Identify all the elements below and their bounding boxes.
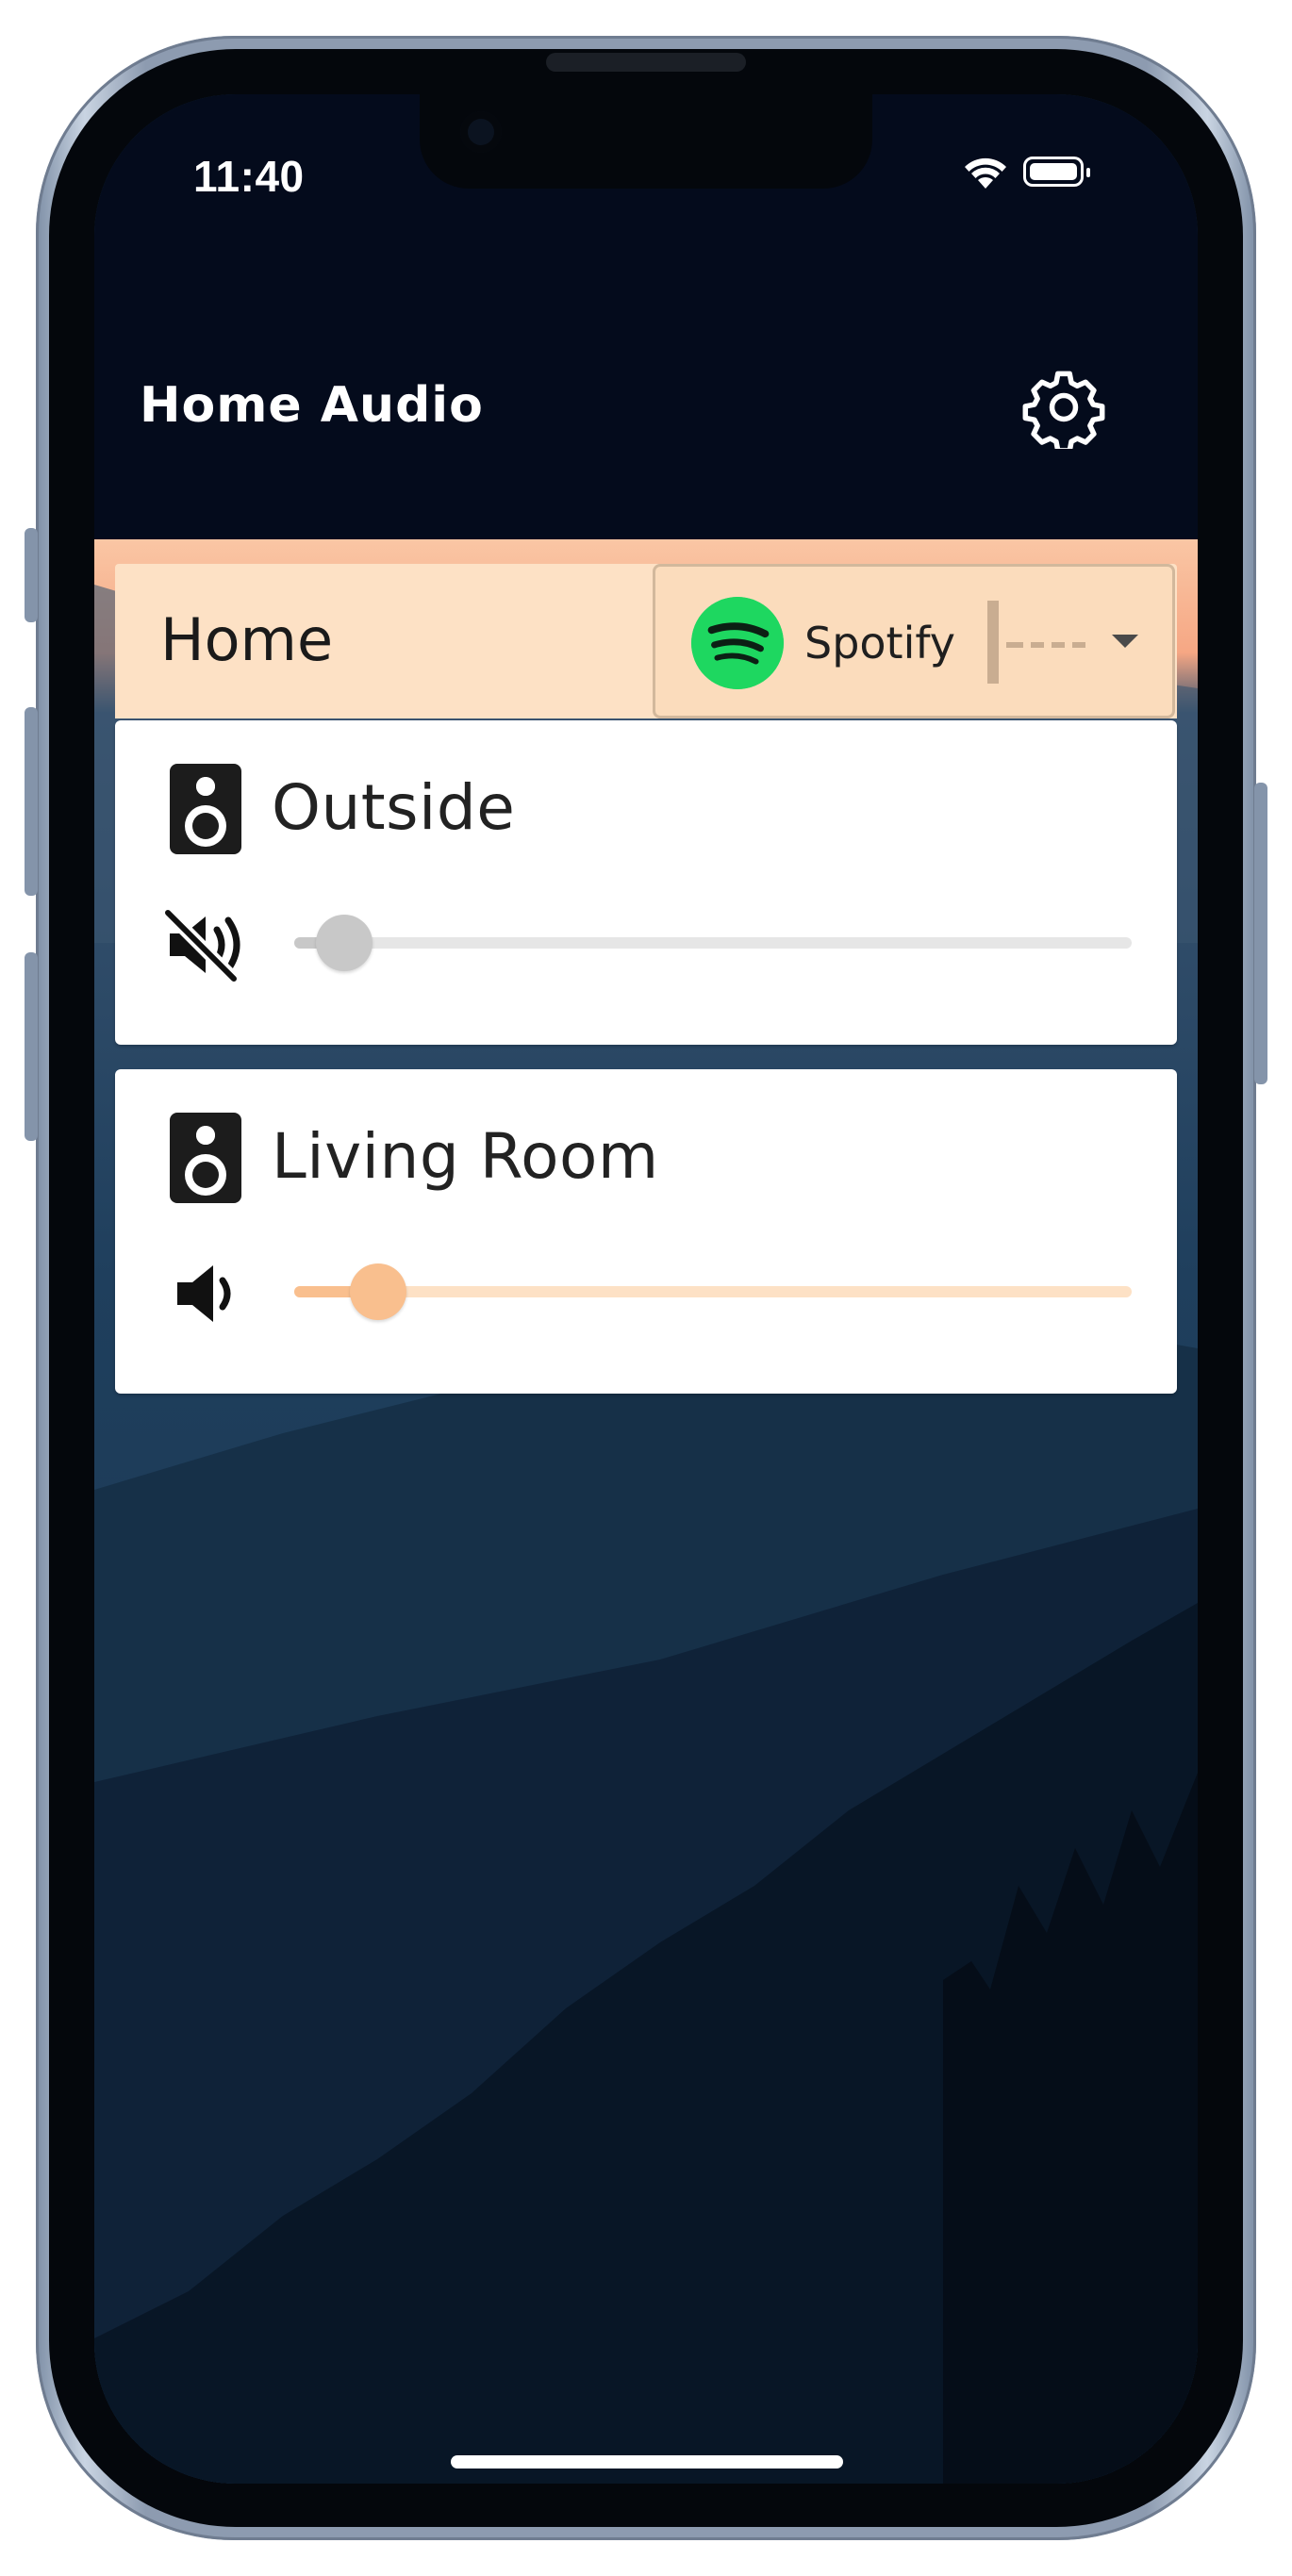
room-name: Outside <box>272 771 516 844</box>
group-title: Home <box>160 605 334 674</box>
earpiece <box>546 53 746 72</box>
power-button <box>1254 783 1267 1084</box>
level-meter-dash <box>1006 642 1023 648</box>
speaker-volume-icon[interactable] <box>164 1256 255 1331</box>
front-camera <box>460 111 502 153</box>
level-meter-dash <box>1072 642 1085 648</box>
level-meter-dash <box>1052 642 1065 648</box>
app-bar: Home Audio <box>94 283 1198 539</box>
battery-icon <box>1023 157 1090 187</box>
room-card-outside: Outside <box>115 720 1177 1045</box>
muted-speaker-icon[interactable] <box>164 907 255 983</box>
speaker-icon <box>170 1113 241 1203</box>
level-meter-bar <box>987 601 999 684</box>
volume-slider[interactable] <box>294 1263 1132 1320</box>
volume-down-button <box>25 952 38 1141</box>
source-label: Spotify <box>804 618 955 669</box>
volume-up-button <box>25 707 38 896</box>
room-name: Living Room <box>272 1120 659 1193</box>
volume-slider-thumb[interactable] <box>350 1263 406 1320</box>
screen: 11:40 Home Audio Home Spotify Outside Li… <box>94 94 1198 2484</box>
volume-slider-thumb[interactable] <box>316 915 373 971</box>
room-card-living-room: Living Room <box>115 1069 1177 1394</box>
source-selector[interactable]: Spotify <box>653 564 1175 718</box>
volume-slider[interactable] <box>294 915 1132 971</box>
wifi-icon <box>965 157 1006 189</box>
caret-down-icon <box>1112 635 1138 648</box>
group-panel: Home Spotify <box>115 564 1177 718</box>
home-indicator[interactable] <box>451 2455 843 2469</box>
level-meter-dash <box>1031 642 1044 648</box>
spotify-icon <box>691 597 784 689</box>
mute-switch <box>25 528 38 622</box>
app-title: Home Audio <box>140 377 484 434</box>
status-time: 11:40 <box>193 152 305 201</box>
speaker-icon <box>170 764 241 854</box>
gear-icon[interactable] <box>1022 366 1105 449</box>
